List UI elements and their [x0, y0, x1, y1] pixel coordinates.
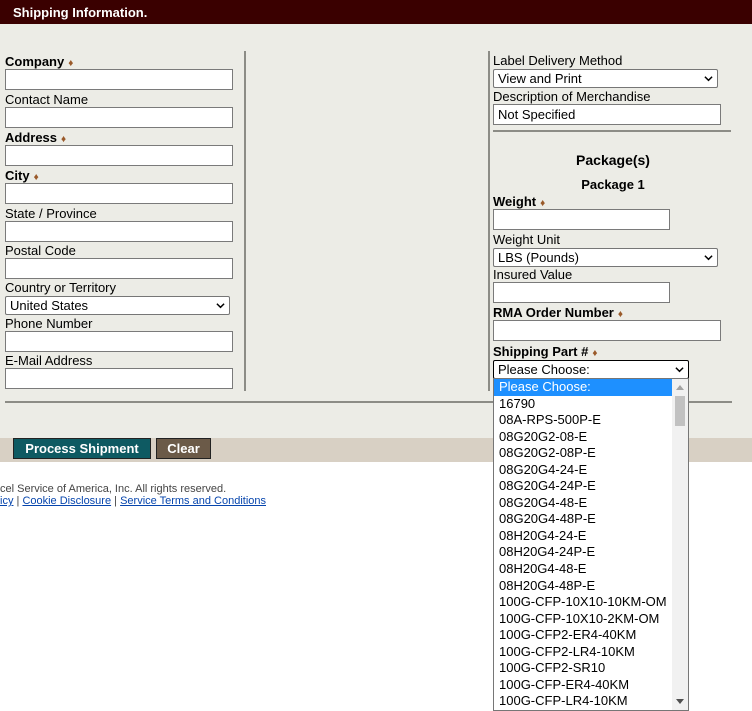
- weight-unit-label: Weight Unit: [493, 232, 560, 247]
- shipping-part-select[interactable]: Please Choose:: [493, 360, 689, 379]
- clear-button[interactable]: Clear: [156, 438, 211, 459]
- weight-unit-value: LBS (Pounds): [498, 250, 579, 265]
- dropdown-option[interactable]: 08G20G4-24P-E: [494, 478, 688, 495]
- dropdown-option[interactable]: 100G-CFP2-SR10: [494, 660, 688, 677]
- dropdown-option[interactable]: Please Choose:: [494, 379, 688, 396]
- footer-separator: |: [114, 495, 118, 507]
- insured-value-input[interactable]: [493, 282, 670, 303]
- shipping-part-value: Please Choose:: [498, 362, 590, 377]
- description-label: Description of Merchandise: [493, 89, 651, 104]
- postal-code-label: Postal Code: [5, 243, 76, 258]
- weight-unit-select[interactable]: LBS (Pounds): [493, 248, 718, 267]
- phone-input[interactable]: [5, 331, 233, 352]
- contact-name-input[interactable]: [5, 107, 233, 128]
- privacy-policy-link[interactable]: icy: [0, 495, 13, 507]
- dropdown-option[interactable]: 100G-CFP2-LR4-10KM: [494, 644, 688, 661]
- state-input[interactable]: [5, 221, 233, 242]
- description-input[interactable]: Not Specified: [493, 104, 721, 125]
- dropdown-option[interactable]: 08H20G4-48-E: [494, 561, 688, 578]
- scrollbar-thumb[interactable]: [675, 396, 685, 426]
- copyright-text: cel Service of America, Inc. All rights …: [0, 483, 227, 495]
- chevron-down-icon: [216, 303, 225, 309]
- dropdown-options: Please Choose: 16790 08A-RPS-500P-E 08G20G2…: [494, 379, 688, 710]
- dropdown-option[interactable]: 16790: [494, 396, 688, 413]
- dropdown-option[interactable]: 08A-RPS-500P-E: [494, 412, 688, 429]
- chevron-down-icon: [704, 255, 713, 261]
- email-input[interactable]: [5, 368, 233, 389]
- weight-input[interactable]: [493, 209, 670, 230]
- dropdown-option[interactable]: 100G-CFP-ER4-40KM: [494, 677, 688, 694]
- column-divider-right: [488, 51, 490, 391]
- rma-order-input[interactable]: [493, 320, 721, 341]
- chevron-down-icon: [704, 76, 713, 82]
- country-label: Country or Territory: [5, 280, 117, 295]
- dropdown-option[interactable]: 100G-CFP-10X10-10KM-OM: [494, 594, 688, 611]
- country-select-value: United States: [10, 298, 89, 313]
- dropdown-option[interactable]: 08G20G4-48-E: [494, 495, 688, 512]
- required-icon: ♦: [540, 198, 546, 209]
- label-delivery-select[interactable]: View and Print: [493, 69, 718, 88]
- package-1-title: Package 1: [581, 177, 645, 192]
- dropdown-option[interactable]: 08H20G4-24P-E: [494, 544, 688, 561]
- city-input[interactable]: [5, 183, 233, 204]
- dropdown-scrollbar[interactable]: [672, 379, 688, 710]
- packages-title: Package(s): [576, 152, 650, 168]
- dropdown-option[interactable]: 100G-CFP2-ER4-40KM: [494, 627, 688, 644]
- required-icon: ♦: [592, 348, 598, 359]
- required-icon: ♦: [33, 172, 39, 183]
- dropdown-option[interactable]: 08G20G2-08-E: [494, 429, 688, 446]
- email-label: E-Mail Address: [5, 353, 93, 368]
- footer-separator: |: [16, 495, 20, 507]
- scroll-down-arrow-icon[interactable]: [676, 699, 684, 704]
- dropdown-option[interactable]: 100G-CFP-10X10-2KM-OM: [494, 611, 688, 628]
- shipping-part-dropdown-list[interactable]: Please Choose: 16790 08A-RPS-500P-E 08G20G2…: [493, 378, 689, 711]
- insured-value-label: Insured Value: [493, 267, 573, 282]
- required-icon: ♦: [617, 309, 623, 320]
- state-label: State / Province: [5, 206, 97, 221]
- right-section-divider: [493, 130, 731, 132]
- postal-code-input[interactable]: [5, 258, 233, 279]
- dropdown-option[interactable]: 100G-CFP-LR4-10KM: [494, 693, 688, 710]
- section-header: Shipping Information.: [0, 0, 752, 24]
- footer-links: icy | Cookie Disclosure | Service Terms …: [0, 495, 266, 507]
- label-delivery-value: View and Print: [498, 71, 582, 86]
- dropdown-option[interactable]: 08G20G4-48P-E: [494, 511, 688, 528]
- dropdown-option[interactable]: 08G20G2-08P-E: [494, 445, 688, 462]
- column-divider-left: [244, 51, 246, 391]
- chevron-down-icon: [675, 367, 684, 373]
- required-icon: ♦: [68, 58, 74, 69]
- scroll-up-arrow-icon[interactable]: [676, 385, 684, 390]
- dropdown-option[interactable]: 08H20G4-24-E: [494, 528, 688, 545]
- process-shipment-button[interactable]: Process Shipment: [13, 438, 151, 459]
- required-icon: ♦: [61, 134, 67, 145]
- cookie-disclosure-link[interactable]: Cookie Disclosure: [22, 495, 111, 507]
- shipping-part-label: Shipping Part # ♦: [493, 344, 598, 359]
- service-terms-link[interactable]: Service Terms and Conditions: [120, 495, 266, 507]
- phone-label: Phone Number: [5, 316, 93, 331]
- contact-name-label: Contact Name: [5, 92, 89, 107]
- country-select[interactable]: United States: [5, 296, 230, 315]
- dropdown-option[interactable]: 08H20G4-48P-E: [494, 578, 688, 595]
- section-title: Shipping Information.: [13, 5, 148, 20]
- dropdown-option[interactable]: 08G20G4-24-E: [494, 462, 688, 479]
- label-delivery-label: Label Delivery Method: [493, 53, 623, 68]
- company-input[interactable]: [5, 69, 233, 90]
- address-input[interactable]: [5, 145, 233, 166]
